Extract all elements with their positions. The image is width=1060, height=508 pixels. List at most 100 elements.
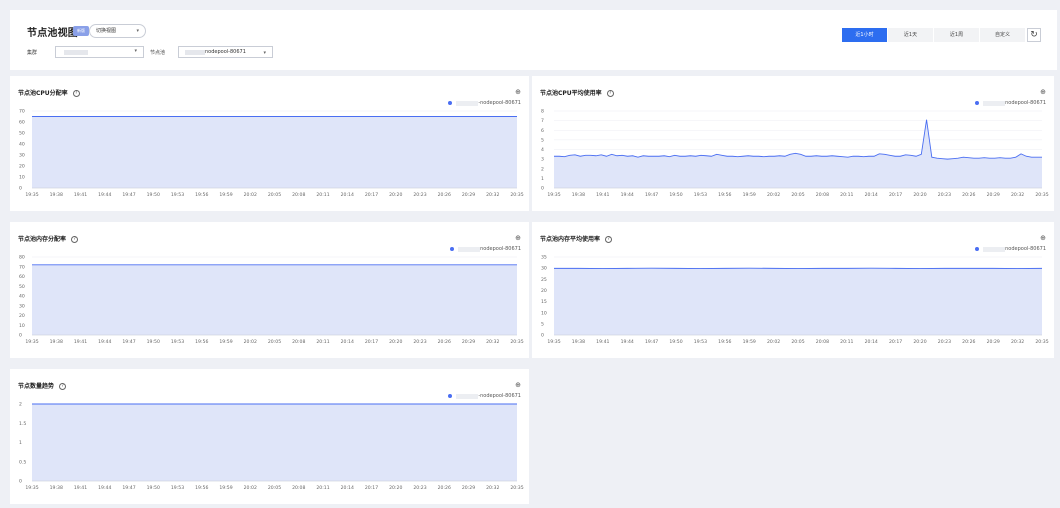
x-tick-label: 19:41 xyxy=(74,485,87,491)
y-tick-label: 70 xyxy=(19,264,25,270)
x-tick-label: 19:53 xyxy=(694,339,707,345)
page-header: 节点池视图 新版 切换视图 ▾ 集群 ▾ 节点池 nodepool-80671 … xyxy=(10,10,1057,70)
x-tick-label: 20:26 xyxy=(438,192,451,198)
view-switch-select[interactable]: 切换视图 ▾ xyxy=(89,24,146,38)
x-tick-label: 19:59 xyxy=(743,192,756,198)
x-tick-label: 19:35 xyxy=(547,339,560,345)
y-tick-label: 10 xyxy=(541,310,547,316)
y-tick-label: 1.5 xyxy=(19,421,26,427)
node-count-chart: 0 0.5 1 1.5 2 19:35 19:38 19:41 19:44 19:47 19:50 1… xyxy=(19,402,524,491)
x-tick-label: 20:08 xyxy=(816,339,829,345)
x-tick-label: 20:14 xyxy=(341,485,354,491)
y-tick-label: 2 xyxy=(541,166,544,172)
x-tick-label: 20:05 xyxy=(268,192,281,198)
x-tick-label: 19:44 xyxy=(98,485,111,491)
x-tick-label: 19:59 xyxy=(219,192,232,198)
memory-usage-chart: 0 5 10 15 20 25 30 35 19:35 19:38 19:41 19:44 19:47 1… xyxy=(541,255,1049,345)
x-tick-label: 19:56 xyxy=(195,485,208,491)
y-tick-label: 60 xyxy=(19,274,25,280)
x-tick-label: 19:41 xyxy=(74,339,87,345)
y-tick-label: 3 xyxy=(541,157,544,163)
y-tick-label: 0 xyxy=(19,186,22,192)
y-tick-label: 25 xyxy=(541,277,547,283)
x-tick-label: 19:59 xyxy=(743,339,756,345)
x-tick-label: 19:56 xyxy=(718,339,731,345)
y-tick-label: 7 xyxy=(541,118,544,124)
pool-prefix-redacted xyxy=(185,50,205,55)
x-tick-label: 19:50 xyxy=(669,339,682,345)
x-tick-label: 20:17 xyxy=(365,192,378,198)
x-tick-label: 20:08 xyxy=(292,485,305,491)
x-tick-label: 20:20 xyxy=(913,192,926,198)
x-tick-label: 20:08 xyxy=(816,192,829,198)
y-tick-label: 4 xyxy=(541,147,544,153)
cpu-usage-card: 节点池CPU平均使用率? ⊕ nodepool-80671 0123456781… xyxy=(532,76,1054,211)
x-tick-label: 19:47 xyxy=(122,485,135,491)
x-tick-label: 20:26 xyxy=(962,192,975,198)
x-tick-label: 20:17 xyxy=(889,339,902,345)
y-tick-label: 15 xyxy=(541,299,547,305)
x-tick-label: 19:35 xyxy=(25,485,38,491)
x-tick-label: 20:11 xyxy=(316,192,329,198)
x-tick-label: 20:23 xyxy=(413,192,426,198)
y-tick-label: 1 xyxy=(541,176,544,182)
x-tick-label: 20:14 xyxy=(341,192,354,198)
pool-select[interactable]: nodepool-80671 ▾ xyxy=(178,46,273,58)
cluster-select[interactable]: ▾ xyxy=(55,46,144,58)
x-tick-label: 20:02 xyxy=(244,192,257,198)
memory-allocation-chart: 0 10 20 30 40 50 60 70 80 19:35 19:38 19:41 19:44 19:… xyxy=(19,255,524,345)
x-tick-label: 20:35 xyxy=(510,339,523,345)
y-tick-label: 50 xyxy=(19,131,25,137)
chevron-down-icon: ▾ xyxy=(134,48,137,54)
x-tick-label: 20:02 xyxy=(767,192,780,198)
y-tick-label: 5 xyxy=(541,321,544,327)
x-tick-label: 20:29 xyxy=(987,192,1000,198)
range-1d-button[interactable]: 近1天 xyxy=(888,28,934,42)
y-tick-label: 5 xyxy=(541,137,544,143)
x-tick-label: 19:38 xyxy=(572,339,585,345)
x-tick-label: 20:02 xyxy=(767,339,780,345)
x-tick-label: 19:44 xyxy=(621,192,634,198)
x-tick-label: 20:35 xyxy=(1035,192,1048,198)
x-tick-label: 19:56 xyxy=(195,192,208,198)
y-tick-label: 35 xyxy=(541,255,547,261)
y-tick-label: 0 xyxy=(19,479,22,485)
x-tick-label: 20:23 xyxy=(938,339,951,345)
y-tick-label: 70 xyxy=(19,109,25,115)
view-switch-label: 切换视图 xyxy=(96,28,117,34)
y-tick-label: 6 xyxy=(541,128,544,134)
x-tick-label: 19:35 xyxy=(547,192,560,198)
x-tick-label: 20:35 xyxy=(510,485,523,491)
range-custom-button[interactable]: 自定义 xyxy=(980,28,1026,42)
x-tick-label: 19:53 xyxy=(171,485,184,491)
x-tick-label: 20:26 xyxy=(962,339,975,345)
x-tick-label: 19:41 xyxy=(596,192,609,198)
x-tick-label: 20:02 xyxy=(244,339,257,345)
series-line xyxy=(554,119,1042,160)
range-1w-button[interactable]: 近1周 xyxy=(934,28,980,42)
y-tick-label: 30 xyxy=(541,266,547,272)
y-tick-label: 80 xyxy=(19,255,25,261)
x-tick-label: 20:32 xyxy=(486,192,499,198)
x-tick-label: 19:50 xyxy=(147,339,160,345)
x-tick-label: 20:23 xyxy=(413,339,426,345)
refresh-icon[interactable]: ↻ xyxy=(1027,28,1041,42)
y-tick-label: 1 xyxy=(19,440,22,446)
x-tick-label: 20:32 xyxy=(486,339,499,345)
y-tick-label: 20 xyxy=(19,313,25,319)
x-tick-label: 20:32 xyxy=(1011,192,1024,198)
x-tick-label: 19:41 xyxy=(74,192,87,198)
x-tick-label: 20:29 xyxy=(987,339,1000,345)
y-tick-label: 0 xyxy=(541,186,544,192)
x-tick-label: 20:29 xyxy=(462,192,475,198)
x-tick-label: 19:44 xyxy=(621,339,634,345)
x-tick-label: 20:23 xyxy=(938,192,951,198)
x-tick-label: 20:35 xyxy=(510,192,523,198)
x-tick-label: 19:47 xyxy=(645,339,658,345)
chevron-down-icon: ▾ xyxy=(263,50,266,56)
series-area xyxy=(32,264,517,335)
x-tick-label: 20:05 xyxy=(791,192,804,198)
x-tick-label: 20:11 xyxy=(840,339,853,345)
range-1h-button[interactable]: 近1小时 xyxy=(842,28,888,42)
x-tick-label: 19:50 xyxy=(147,485,160,491)
